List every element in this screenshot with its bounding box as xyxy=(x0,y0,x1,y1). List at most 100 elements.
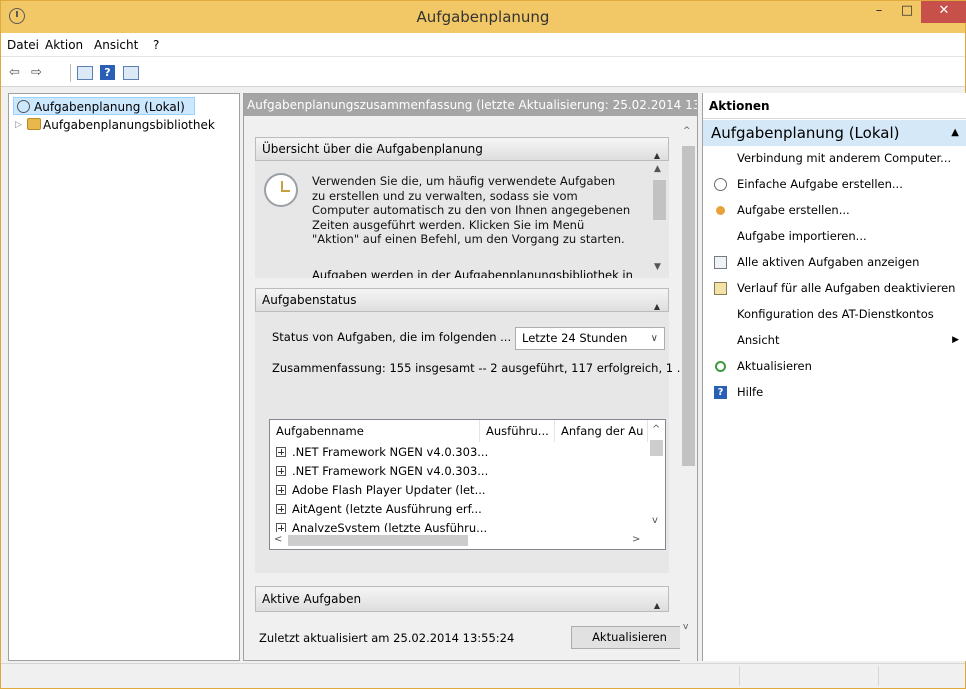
scroll-up-arrow-icon[interactable]: ^ xyxy=(683,126,691,136)
expand-arrow-icon[interactable]: ▷ xyxy=(15,116,22,134)
summary-scrollbar[interactable]: ^ v xyxy=(680,116,697,661)
action-at-service-config[interactable]: Konfiguration des AT-Dienstkontos xyxy=(703,302,966,327)
expand-plus-icon[interactable] xyxy=(276,504,286,514)
scroll-up-arrow-icon[interactable]: ^ xyxy=(652,424,660,435)
scroll-down-arrow-icon[interactable]: v xyxy=(652,515,658,526)
scroll-down-arrow-icon[interactable]: v xyxy=(683,622,688,632)
action-show-active-tasks[interactable]: Alle aktiven Aufgaben anzeigen xyxy=(703,250,966,275)
title-bar[interactable]: Aufgabenplanung – □ ✕ xyxy=(1,1,966,33)
column-header-result[interactable]: Ausführu... xyxy=(480,420,555,442)
summary-header: Aufgabenplanungszusammenfassung (letzte … xyxy=(244,94,697,116)
action-label: Aufgabe importieren... xyxy=(737,229,867,243)
refresh-icon xyxy=(715,361,726,372)
action-label: Aufgabe erstellen... xyxy=(737,203,850,217)
collapse-arrow-icon[interactable]: ▲ xyxy=(951,120,959,146)
tree-item-root[interactable]: Aufgabenplanung (Lokal) xyxy=(13,97,195,115)
actions-header: Aktionen xyxy=(703,93,966,119)
overview-text: Verwenden Sie die, um häufig verwendete … xyxy=(312,174,631,246)
scroll-left-arrow-icon[interactable]: < xyxy=(274,534,282,545)
main-window: Aufgabenplanung – □ ✕ Datei Aktion Ansic… xyxy=(0,0,966,689)
status-period-value: Letzte 24 Stunden xyxy=(522,331,628,345)
collapse-arrow-icon[interactable]: ▲ xyxy=(654,594,660,618)
overview-section-header[interactable]: Übersicht über die Aufgabenplanung ▲ xyxy=(255,137,669,161)
show-hide-console-tree-icon[interactable] xyxy=(77,66,93,80)
close-button[interactable]: ✕ xyxy=(921,1,966,23)
summary-pane: Aufgabenplanungszusammenfassung (letzte … xyxy=(243,93,698,661)
show-hide-action-pane-icon[interactable] xyxy=(123,66,139,80)
column-header-start[interactable]: Anfang der Au xyxy=(555,420,648,442)
action-label: Verlauf für alle Aufgaben deaktivieren xyxy=(737,281,956,295)
scroll-right-arrow-icon[interactable]: > xyxy=(632,534,640,545)
status-divider xyxy=(739,666,740,686)
menu-ansicht[interactable]: Ansicht xyxy=(94,38,138,52)
action-help[interactable]: ? Hilfe xyxy=(703,380,966,405)
action-label: Aktualisieren xyxy=(737,359,812,373)
active-tasks-section-header[interactable]: Aktive Aufgaben ▲ xyxy=(255,586,669,612)
task-status-section-header[interactable]: Aufgabenstatus ▲ xyxy=(255,288,669,312)
back-arrow-icon[interactable]: ⇦ xyxy=(9,65,20,81)
collapse-arrow-icon[interactable]: ▲ xyxy=(654,296,660,318)
action-connect-computer[interactable]: Verbindung mit anderem Computer... xyxy=(703,146,966,171)
tree-item-library[interactable]: ▷ Aufgabenplanungsbibliothek xyxy=(15,116,215,134)
table-row[interactable]: Adobe Flash Player Updater (let... xyxy=(270,480,650,500)
action-disable-history[interactable]: Verlauf für alle Aufgaben deaktivieren xyxy=(703,276,966,301)
expand-plus-icon[interactable] xyxy=(276,523,286,532)
table-row[interactable]: .NET Framework NGEN v4.0.303... xyxy=(270,442,650,462)
active-tasks-icon xyxy=(714,256,727,269)
table-vertical-scrollbar[interactable]: ^ v xyxy=(648,420,665,532)
action-refresh[interactable]: Aktualisieren xyxy=(703,354,966,379)
menu-help[interactable]: ? xyxy=(153,38,159,52)
menu-aktion[interactable]: Aktion xyxy=(45,38,83,52)
last-updated-text: Zuletzt aktualisiert am 25.02.2014 13:55… xyxy=(259,631,515,645)
scroll-thumb[interactable] xyxy=(653,180,666,220)
table-row[interactable]: .NET Framework NGEN v4.0.303... xyxy=(270,461,650,481)
help-icon[interactable]: ? xyxy=(100,65,115,80)
task-status-section: Aufgabenstatus ▲ Status von Aufgaben, di… xyxy=(255,288,688,573)
table-row[interactable]: AnalyzeSystem (letzte Ausführu... xyxy=(270,518,650,532)
table-row[interactable]: AitAgent (letzte Ausführung erf... xyxy=(270,499,650,519)
overview-text-more: Aufgaben werden in der Aufgabenplanungsb… xyxy=(312,268,633,278)
scroll-thumb[interactable] xyxy=(288,535,468,546)
table-horizontal-scrollbar[interactable]: < > xyxy=(270,532,650,549)
history-icon xyxy=(714,282,727,295)
expand-plus-icon[interactable] xyxy=(276,466,286,476)
scroll-thumb[interactable] xyxy=(650,440,663,456)
menu-datei[interactable]: Datei xyxy=(7,38,39,52)
tree-item-root-label: Aufgabenplanung (Lokal) xyxy=(34,100,185,114)
action-label: Ansicht xyxy=(737,333,780,347)
console-tree: Aufgabenplanung (Lokal) ▷ Aufgabenplanun… xyxy=(8,93,240,661)
window-title: Aufgabenplanung xyxy=(416,8,550,26)
active-tasks-section: Aktive Aufgaben ▲ xyxy=(255,586,669,612)
status-filter-label: Status von Aufgaben, die im folgenden ..… xyxy=(272,330,512,344)
scroll-up-arrow-icon[interactable]: ▲ xyxy=(654,164,661,174)
actions-group-header[interactable]: Aufgabenplanung (Lokal) ▲ xyxy=(703,120,966,146)
toolbar-separator xyxy=(70,64,71,82)
action-import-task[interactable]: Aufgabe importieren... xyxy=(703,224,966,249)
refresh-button[interactable]: Aktualisieren xyxy=(571,626,688,649)
actions-group-title: Aufgabenplanung (Lokal) xyxy=(711,124,900,142)
clock-icon xyxy=(17,100,30,113)
folder-clock-icon xyxy=(27,118,41,130)
scroll-thumb[interactable] xyxy=(682,146,695,466)
action-view[interactable]: Ansicht ▶ xyxy=(703,328,966,353)
table-row-name: .NET Framework NGEN v4.0.303... xyxy=(292,445,489,459)
forward-arrow-icon[interactable]: ⇨ xyxy=(31,65,42,81)
table-row-name: Adobe Flash Player Updater (let... xyxy=(292,483,486,497)
maximize-button[interactable]: □ xyxy=(894,1,920,23)
overview-scrollbar[interactable]: ▲ ▼ xyxy=(651,162,668,275)
minimize-button[interactable]: – xyxy=(865,1,893,23)
scroll-down-arrow-icon[interactable]: ▼ xyxy=(654,262,661,272)
expand-plus-icon[interactable] xyxy=(276,485,286,495)
action-create-task[interactable]: Aufgabe erstellen... xyxy=(703,198,966,223)
actions-pane: Aktionen Aufgabenplanung (Lokal) ▲ Verbi… xyxy=(702,93,966,661)
toolbar: ⇦ ⇨ ? xyxy=(1,57,965,87)
status-bar xyxy=(1,663,965,688)
status-period-select[interactable]: Letzte 24 Stunden ∨ xyxy=(515,327,665,350)
column-header-name[interactable]: Aufgabenname xyxy=(270,420,480,442)
tree-item-library-label: Aufgabenplanungsbibliothek xyxy=(43,118,215,132)
expand-plus-icon[interactable] xyxy=(276,447,286,457)
action-label: Alle aktiven Aufgaben anzeigen xyxy=(737,255,920,269)
task-status-table: Aufgabenname Ausführu... Anfang der Au .… xyxy=(269,419,666,550)
action-create-basic-task[interactable]: Einfache Aufgabe erstellen... xyxy=(703,172,966,197)
chevron-down-icon: ∨ xyxy=(650,333,658,344)
